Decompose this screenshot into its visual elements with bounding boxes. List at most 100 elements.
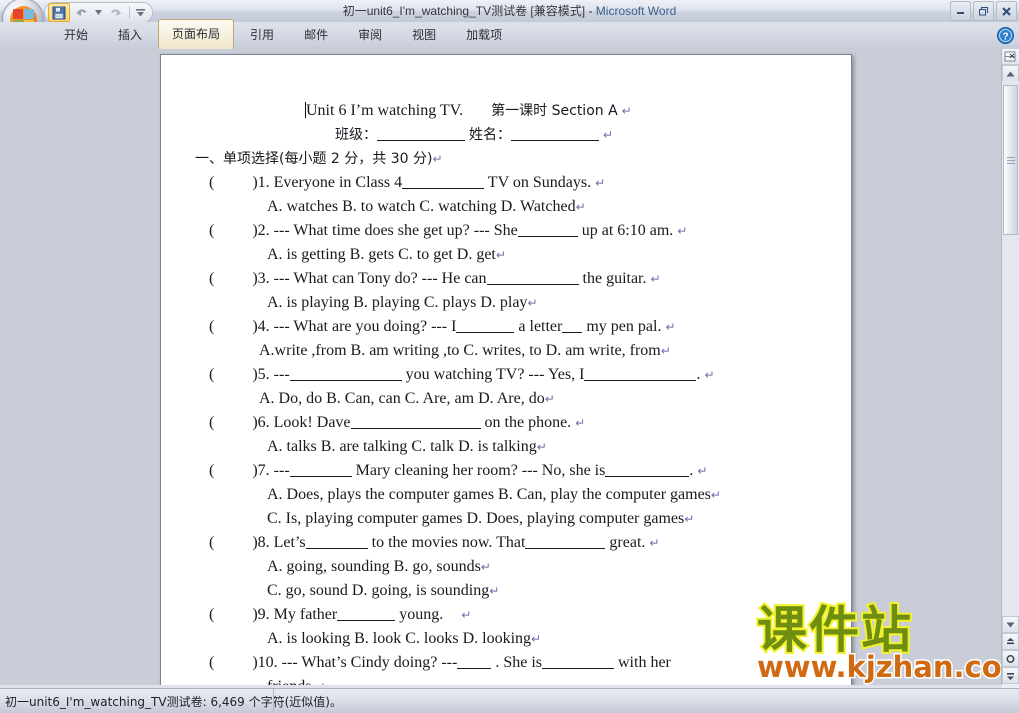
- class-field-label: 班级：: [335, 127, 377, 143]
- window-title-document: 初一unit6_I'm_watching_TV测试卷 [兼容模式]: [342, 4, 586, 18]
- tab-mailings[interactable]: 邮件: [290, 20, 342, 49]
- help-icon: ?: [997, 27, 1014, 44]
- close-button[interactable]: [996, 1, 1017, 21]
- question-stem-after: young.: [399, 606, 444, 623]
- question-options: A. is playing B. playing C. plays D. pla…: [267, 294, 528, 311]
- tab-home[interactable]: 开始: [50, 20, 102, 49]
- tab-add-ins[interactable]: 加载项: [452, 20, 516, 49]
- question-stem-before: Look! Dave: [273, 414, 351, 431]
- vertical-scrollbar[interactable]: [1001, 49, 1019, 689]
- split-view-button[interactable]: [1002, 49, 1019, 65]
- options-row: A. is getting B. gets C. to get D. get↵: [195, 243, 837, 267]
- scrollbar-track[interactable]: [1002, 81, 1019, 616]
- question-stem-mid: Mary cleaning her room? --- No, she is: [355, 462, 606, 479]
- answer-paren-open: (: [209, 270, 215, 287]
- paragraph-mark: ↵: [649, 536, 660, 550]
- answer-blank: [350, 428, 481, 429]
- scroll-up-button[interactable]: [1002, 65, 1019, 82]
- undo-dropdown-button[interactable]: [92, 4, 104, 21]
- section-heading-text: 一、单项选择(每小题 2 分，共 30 分): [195, 151, 433, 167]
- tab-references[interactable]: 引用: [236, 20, 288, 49]
- options-row: A. going, sounding B. go, sounds↵: [195, 555, 837, 579]
- question-number: 7.: [257, 462, 270, 479]
- answer-paren-open: (: [209, 462, 215, 479]
- question-number: 1.: [257, 174, 270, 191]
- doc-fields-line: 班级： 姓名： ↵: [195, 123, 837, 147]
- question-stem-before: --- What are you doing? --- I: [273, 318, 457, 335]
- paragraph-mark: ↵: [684, 512, 695, 526]
- question-options: A. Do, do B. Can, can C. Are, am D. Are,…: [259, 390, 545, 407]
- question-row: ()9. My father young. ↵: [195, 603, 837, 627]
- help-button[interactable]: ?: [996, 26, 1015, 45]
- select-browse-object-button[interactable]: [1002, 650, 1019, 667]
- answer-blank: [456, 332, 515, 333]
- answer-blank: [562, 332, 583, 333]
- question-options: A. talks B. are talking C. talk D. is ta…: [267, 438, 537, 455]
- question-stem-after: with her: [618, 654, 671, 671]
- question-stem-after: great.: [609, 534, 646, 551]
- question-stem-before: --- What’s Cindy doing? ---: [281, 654, 458, 671]
- question-number: 4.: [257, 318, 270, 335]
- answer-paren-open: (: [209, 414, 215, 431]
- answer-paren-open: (: [209, 606, 215, 623]
- chevron-down-icon: [94, 10, 102, 15]
- options-row: A. is looking B. look C. looks D. lookin…: [195, 627, 837, 651]
- question-row: ()8. Let’s to the movies now. That great…: [195, 531, 837, 555]
- document-page[interactable]: Unit 6 I’m watching TV. 第一课时 Section A ↵…: [160, 54, 852, 689]
- svg-text:?: ?: [1002, 32, 1008, 43]
- question-stem-mid: to the movies now. That: [371, 534, 526, 551]
- tab-review[interactable]: 审阅: [344, 20, 396, 49]
- question-options-b: C. Is, playing computer games D. Does, p…: [267, 510, 685, 527]
- previous-page-button[interactable]: [1002, 633, 1019, 650]
- status-bar: 初一unit6_I'm_watching_TV测试卷: 6,469 个字符(近似…: [0, 688, 1019, 713]
- redo-button[interactable]: [105, 4, 125, 21]
- question-number: 8.: [257, 534, 270, 551]
- answer-blank: [486, 284, 579, 285]
- question-stem-before: My father: [273, 606, 338, 623]
- ribbon-tab-strip: 开始 插入 页面布局 引用 邮件 审阅 视图 加载项 ?: [0, 19, 1019, 50]
- answer-blank: [584, 380, 697, 381]
- window-title-app: Microsoft Word: [595, 4, 677, 18]
- question-row: ()2. --- What time does she get up? --- …: [195, 219, 837, 243]
- question-stem-before: Let’s: [273, 534, 306, 551]
- options-row: A.write ,from B. am writing ,to C. write…: [195, 339, 837, 363]
- minimize-button[interactable]: [950, 1, 971, 21]
- question-stem-before: --- What time does she get up? --- She: [273, 222, 518, 239]
- paragraph-mark: ↵: [595, 176, 606, 190]
- customize-quick-access-button[interactable]: [134, 4, 146, 21]
- scroll-down-button[interactable]: [1002, 616, 1019, 633]
- scrollbar-grip-icon: [1006, 155, 1015, 166]
- question-number: 9.: [257, 606, 270, 623]
- paragraph-mark: ↵: [710, 488, 721, 502]
- paragraph-mark: ↵: [603, 128, 614, 142]
- undo-button[interactable]: [71, 4, 91, 21]
- tab-page-layout[interactable]: 页面布局: [158, 19, 235, 49]
- question-options-b: C. go, sound D. going, is sounding: [267, 582, 490, 599]
- select-browse-object-icon: [1006, 654, 1015, 663]
- question-stem-mid: a letter: [518, 318, 563, 335]
- options-row: A. watches B. to watch C. watching D. Wa…: [195, 195, 837, 219]
- restore-button[interactable]: [973, 1, 994, 21]
- question-row: ()6. Look! Dave on the phone. ↵: [195, 411, 837, 435]
- question-number: 10.: [257, 654, 278, 671]
- window-controls: [950, 1, 1017, 21]
- question-stem-before: Everyone in Class 4: [273, 174, 403, 191]
- undo-icon: [75, 8, 86, 16]
- tab-view[interactable]: 视图: [398, 20, 450, 49]
- answer-blank: [289, 380, 402, 381]
- document-workspace[interactable]: Unit 6 I’m watching TV. 第一课时 Section A ↵…: [0, 49, 1002, 689]
- paragraph-mark: ↵: [489, 584, 500, 598]
- question-number: 6.: [257, 414, 270, 431]
- answer-paren-open: (: [209, 534, 215, 551]
- answer-paren-open: (: [209, 222, 215, 239]
- scrollbar-thumb[interactable]: [1003, 85, 1018, 235]
- next-page-button[interactable]: [1002, 667, 1019, 684]
- answer-blank: [605, 476, 690, 477]
- tab-insert[interactable]: 插入: [104, 20, 156, 49]
- answer-blank: [525, 548, 606, 549]
- heading-title-cn: 第一课时 Section A: [491, 103, 618, 119]
- document-body[interactable]: Unit 6 I’m watching TV. 第一课时 Section A ↵…: [161, 55, 851, 689]
- question-stem-mid: you watching TV? --- Yes, I: [405, 366, 585, 383]
- question-row: ()10. --- What’s Cindy doing? --- . She …: [195, 651, 837, 675]
- answer-blank: [337, 620, 396, 621]
